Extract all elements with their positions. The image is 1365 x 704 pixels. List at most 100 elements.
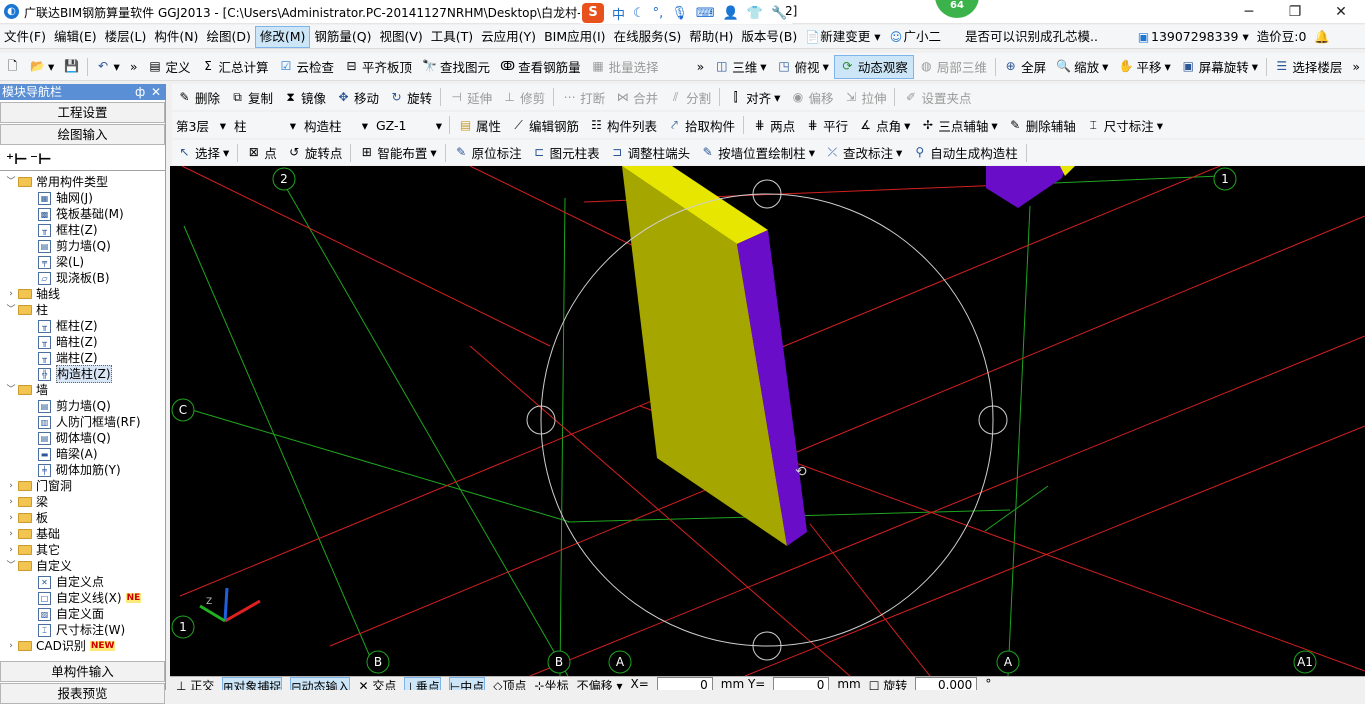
cloud-check-button[interactable]: ☑云检查 <box>274 55 340 79</box>
collapse-arrow-icon[interactable]: ﹀ <box>6 382 16 398</box>
menu-draw[interactable]: 绘图(D) <box>202 26 254 48</box>
dynamic-input-toggle[interactable]: ⊟动态输入 <box>290 677 350 690</box>
menu-bim[interactable]: BIM应用(I) <box>540 26 610 48</box>
tree-folder[interactable]: ›梁 <box>0 494 165 510</box>
two-point-button[interactable]: ⋕两点 <box>747 113 800 137</box>
pan-button[interactable]: ✋平移▾ <box>1113 55 1175 79</box>
component-list-button[interactable]: ☷构件列表 <box>584 113 662 137</box>
align-slab-top-button[interactable]: ⊟平齐板顶 <box>339 55 417 79</box>
tree-folder[interactable]: ›板 <box>0 510 165 526</box>
menu-help[interactable]: 帮助(H) <box>685 26 737 48</box>
menu-rebar-quantity[interactable]: 钢筋量(Q) <box>310 26 375 48</box>
single-component-input-button[interactable]: 单构件输入 <box>0 661 165 682</box>
category-select[interactable]: 柱▾ <box>230 115 300 135</box>
report-preview-button[interactable]: 报表预览 <box>0 683 165 704</box>
menu-account[interactable]: ▣13907298339 ▾ <box>1132 26 1253 48</box>
expand-arrow-icon[interactable]: › <box>6 510 16 526</box>
expand-all-icon[interactable]: ⁺⊢ <box>6 150 28 168</box>
menu-online-service[interactable]: 在线服务(S) <box>610 26 686 48</box>
move-button[interactable]: ✥移动 <box>331 85 384 109</box>
floor-select[interactable]: 第3层▾ <box>172 115 230 135</box>
rotate-input[interactable]: 0.000 <box>915 677 977 690</box>
edit-rebar-button[interactable]: ⟋编辑钢筋 <box>506 113 584 137</box>
y-input[interactable]: 0 <box>773 677 829 690</box>
dimension-button[interactable]: ⌶尺寸标注▾ <box>1081 113 1168 137</box>
draw-column-by-wall-button[interactable]: ✎按墙位置绘制柱▾ <box>695 141 820 165</box>
tree-folder[interactable]: ›CAD识别NEW <box>0 638 165 654</box>
3d-view-button[interactable]: ◫三维▾ <box>709 55 771 79</box>
top-view-button[interactable]: ◳俯视▾ <box>772 55 834 79</box>
merge-button[interactable]: ⋈合并 <box>610 85 663 109</box>
drawing-input-button[interactable]: 绘图输入 <box>0 124 165 145</box>
menu-credits[interactable]: 造价豆:0 <box>1253 26 1311 48</box>
menu-cloud[interactable]: 云应用(Y) <box>477 26 540 48</box>
split-button[interactable]: ⫽分割 <box>663 85 716 109</box>
perpendicular-snap[interactable]: ⊥垂点 <box>404 677 440 690</box>
extend-button[interactable]: ⊣延伸 <box>444 85 497 109</box>
intersection-snap[interactable]: ✕ 交点 <box>358 677 396 690</box>
point-angle-button[interactable]: ∡点角▾ <box>853 113 915 137</box>
mirror-button[interactable]: ⧗镜像 <box>278 85 331 109</box>
tree-folder[interactable]: ﹀常用构件类型 <box>0 174 165 190</box>
check-annotation-button[interactable]: ⤫查改标注▾ <box>820 141 907 165</box>
rotate-button[interactable]: ↻旋转 <box>384 85 437 109</box>
shirt-icon[interactable]: 👕 <box>747 6 763 21</box>
collapse-all-icon[interactable]: ⁻⊢ <box>30 150 52 168</box>
tree-folder[interactable]: ﹀柱 <box>0 302 165 318</box>
ortho-toggle[interactable]: ⊥ 正交 <box>176 677 214 690</box>
rotate-checkbox[interactable]: ☐ 旋转 <box>869 677 908 690</box>
menu-version[interactable]: 版本号(B) <box>737 26 801 48</box>
break-button[interactable]: ⋯打断 <box>557 85 610 109</box>
align-button[interactable]: ⫿对齐▾ <box>723 85 785 109</box>
zoom-button[interactable]: 🔍缩放▾ <box>1051 55 1113 79</box>
tree-item[interactable]: ╪砌体加筋(Y) <box>0 462 165 478</box>
project-settings-button[interactable]: 工程设置 <box>0 102 165 123</box>
expand-arrow-icon[interactable]: › <box>6 526 16 542</box>
offset-select[interactable]: 不偏移 ▾ <box>577 677 623 690</box>
find-element-button[interactable]: 🔭查找图元 <box>417 55 495 79</box>
tree-item[interactable]: ▦轴网(J) <box>0 190 165 206</box>
object-snap-toggle[interactable]: ⊞对象捕捉 <box>222 677 282 690</box>
collapse-arrow-icon[interactable]: ﹀ <box>6 558 16 574</box>
define-button[interactable]: ▤定义 <box>142 55 195 79</box>
expand-arrow-icon[interactable]: › <box>6 638 16 654</box>
undo-button[interactable]: ↶▾ <box>91 55 125 79</box>
toolbar-overflow-2[interactable]: » <box>692 55 710 79</box>
punctuation-icon[interactable]: °, <box>653 6 664 21</box>
close-button[interactable]: ✕ <box>1318 0 1364 24</box>
menu-floor[interactable]: 楼层(L) <box>101 26 151 48</box>
sogou-icon[interactable]: S <box>582 3 604 23</box>
set-grip-button[interactable]: ✐设置夹点 <box>898 85 976 109</box>
tree-item[interactable]: ⌶尺寸标注(W) <box>0 622 165 638</box>
expand-arrow-icon[interactable]: › <box>6 478 16 494</box>
tree-folder[interactable]: ﹀墙 <box>0 382 165 398</box>
bell-icon[interactable]: 🔔 <box>1310 26 1334 48</box>
tree-item[interactable]: ╤梁(L) <box>0 254 165 270</box>
tree-folder[interactable]: ›门窗洞 <box>0 478 165 494</box>
column-table-button[interactable]: ⊏图元柱表 <box>527 141 605 165</box>
tree-item[interactable]: ▤砌体墙(Q) <box>0 430 165 446</box>
menu-new-change[interactable]: 📄新建变更 ▾ <box>801 26 884 48</box>
viewport-svg[interactable]: ⟲ 2 1 C 1 B B A A A1 Z <box>170 166 1365 676</box>
tree-item[interactable]: ▤剪力墙(Q) <box>0 398 165 414</box>
tree-item[interactable]: ✕自定义点 <box>0 574 165 590</box>
parallel-button[interactable]: ⋕平行 <box>800 113 853 137</box>
menu-assistant[interactable]: ☺广小二 <box>885 26 946 48</box>
tree-folder[interactable]: ﹀自定义 <box>0 558 165 574</box>
tree-folder[interactable]: ›轴线 <box>0 286 165 302</box>
coordinate-snap[interactable]: ⊹坐标 <box>535 677 569 690</box>
auto-generate-column-button[interactable]: ⚲自动生成构造柱 <box>907 141 1023 165</box>
summary-calc-button[interactable]: Σ汇总计算 <box>196 55 274 79</box>
menu-edit[interactable]: 编辑(E) <box>50 26 101 48</box>
tree-item[interactable]: ▥人防门框墙(RF) <box>0 414 165 430</box>
three-point-axis-button[interactable]: ✢三点辅轴▾ <box>915 113 1002 137</box>
expand-arrow-icon[interactable]: › <box>6 542 16 558</box>
menu-modify[interactable]: 修改(M) <box>255 26 311 48</box>
tree-item[interactable]: ╥端柱(Z) <box>0 350 165 366</box>
toolbar-overflow[interactable]: » <box>125 55 143 79</box>
menu-file[interactable]: 文件(F) <box>0 26 50 48</box>
toolbar-overflow-3[interactable]: » <box>1347 55 1365 79</box>
new-file-button[interactable]: 🗋 <box>0 55 25 79</box>
delete-button[interactable]: ✎删除 <box>172 85 225 109</box>
menu-component[interactable]: 构件(N) <box>150 26 202 48</box>
